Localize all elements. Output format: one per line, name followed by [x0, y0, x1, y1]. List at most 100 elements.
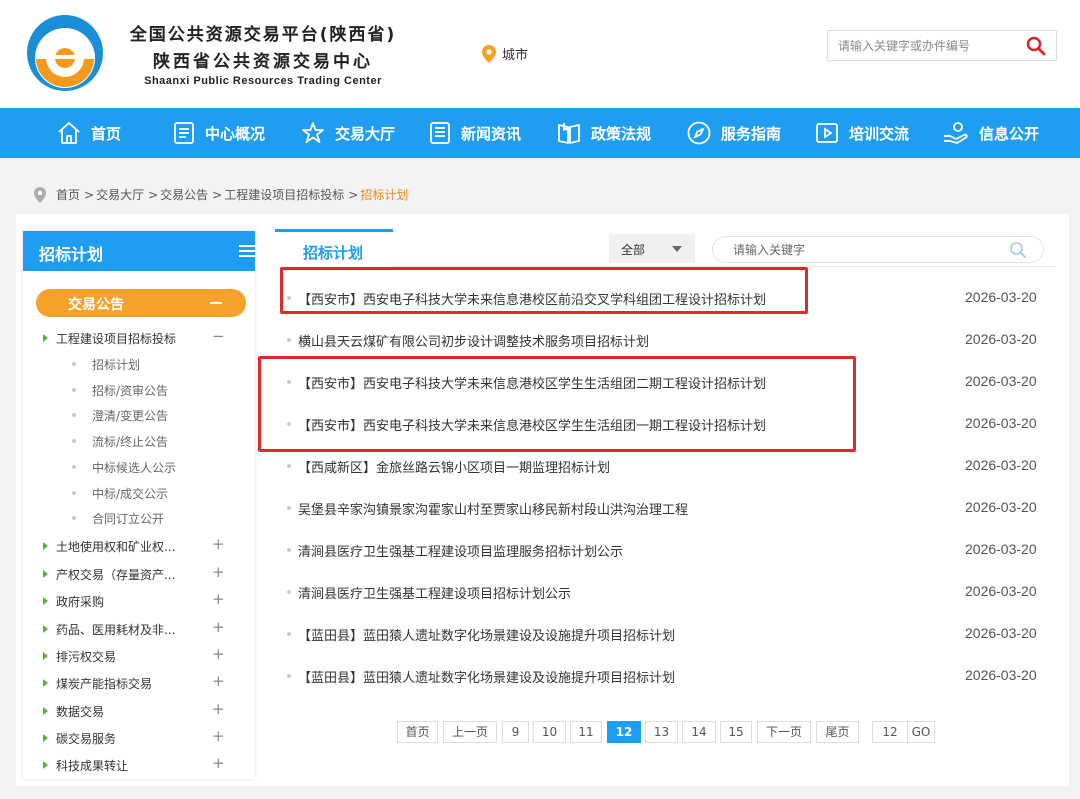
- collapse-icon[interactable]: −: [212, 327, 225, 345]
- page-number[interactable]: 9: [502, 721, 529, 743]
- content-search: [712, 236, 1044, 263]
- item-title[interactable]: 清涧县医疗卫生强基工程建设项目招标计划公示: [298, 583, 571, 602]
- item-date: 2026-03-20: [965, 331, 1037, 347]
- page-number[interactable]: 13: [645, 721, 678, 743]
- bullet-icon: [287, 632, 291, 636]
- site-header: 全国公共资源交易平台(陕西省) 陕西省公共资源交易中心 Shaanxi Publ…: [0, 0, 1080, 108]
- nav-item-news[interactable]: 新闻资讯: [428, 108, 521, 158]
- menu-icon: [239, 245, 255, 257]
- nav-label: 首页: [91, 124, 122, 143]
- expand-icon[interactable]: +: [212, 645, 225, 663]
- expand-icon[interactable]: +: [212, 535, 225, 553]
- breadcrumb-engineering-bidding[interactable]: 工程建设项目招标投标: [224, 186, 344, 203]
- collapse-icon: [210, 302, 222, 304]
- tab-bidding-plan[interactable]: 招标计划: [275, 229, 393, 269]
- page-jump-input[interactable]: [872, 721, 908, 743]
- bullet-icon: [72, 362, 76, 366]
- page-next-button[interactable]: 下一页: [757, 721, 811, 743]
- list-item[interactable]: 横山县天云煤矿有限公司初步设计调整技术服务项目招标计划 2026-03-20: [287, 319, 1047, 361]
- item-title[interactable]: 吴堡县辛家沟镇景家沟霍家山村至贾家山移民新村段山洪沟治理工程: [298, 499, 688, 518]
- bullet-icon: [287, 296, 291, 300]
- page-prev-button[interactable]: 上一页: [443, 721, 497, 743]
- expand-icon[interactable]: +: [212, 727, 225, 745]
- sidebar-item-label: 煤炭产能指标交易: [56, 677, 153, 691]
- book-icon: [558, 123, 580, 144]
- page-number[interactable]: 11: [570, 721, 602, 743]
- item-title[interactable]: 【西安市】西安电子科技大学未来信息港校区前沿交叉学科组团工程设计招标计划: [298, 289, 766, 308]
- nav-item-training[interactable]: 培训交流: [814, 108, 909, 158]
- page-number[interactable]: 15: [720, 721, 752, 743]
- list-item[interactable]: 【西安市】西安电子科技大学未来信息港校区前沿交叉学科组团工程设计招标计划 202…: [287, 277, 1047, 319]
- content-search-button[interactable]: [1009, 241, 1027, 263]
- arrow-right-icon: [43, 679, 48, 687]
- item-title[interactable]: 清涧县医疗卫生强基工程建设项目监理服务招标计划公示: [298, 541, 623, 560]
- page-go-button[interactable]: GO: [907, 721, 935, 743]
- nav-item-policy[interactable]: 政策法规: [556, 108, 651, 158]
- arrow-right-icon: [43, 761, 48, 769]
- header-search-button[interactable]: [1026, 36, 1046, 60]
- nav-item-home[interactable]: 首页: [56, 108, 121, 158]
- nav-item-info-disclosure[interactable]: 信息公开: [942, 108, 1039, 158]
- expand-icon[interactable]: +: [212, 590, 225, 608]
- sidebar-subitem-label: 中标候选人公示: [92, 461, 177, 475]
- page-number-current[interactable]: 12: [607, 721, 641, 743]
- item-date: 2026-03-20: [965, 583, 1037, 599]
- bullet-icon: [287, 590, 291, 594]
- nav-item-center-overview[interactable]: 中心概况: [172, 108, 265, 158]
- header-search-input[interactable]: [838, 37, 1018, 55]
- home-icon: [58, 122, 80, 144]
- expand-icon[interactable]: +: [212, 618, 225, 636]
- nav-label: 培训交流: [849, 124, 910, 143]
- list-item[interactable]: 【蓝田县】蓝田猿人遗址数字化场景建设及设施提升项目招标计划 2026-03-20: [287, 655, 1047, 697]
- bullet-icon: [287, 506, 291, 510]
- bullet-icon: [72, 388, 76, 392]
- item-title[interactable]: 【西咸新区】金旅丝路云锦小区项目一期监理招标计划: [298, 457, 610, 476]
- site-title: 全国公共资源交易平台(陕西省) 陕西省公共资源交易中心 Shaanxi Publ…: [108, 20, 418, 87]
- breadcrumb-home[interactable]: 首页: [56, 186, 80, 203]
- expand-icon[interactable]: +: [212, 563, 225, 581]
- item-title[interactable]: 【西安市】西安电子科技大学未来信息港校区学生生活组团一期工程设计招标计划: [298, 415, 766, 434]
- sidebar-category-trading-announcements[interactable]: 交易公告: [36, 289, 246, 317]
- list-item[interactable]: 【西安市】西安电子科技大学未来信息港校区学生生活组团二期工程设计招标计划 202…: [287, 361, 1047, 403]
- breadcrumb-trading-hall[interactable]: 交易大厅: [96, 186, 144, 203]
- sidebar-item-label: 排污权交易: [56, 650, 117, 664]
- sidebar-item-label: 数据交易: [56, 705, 105, 719]
- news-icon: [430, 122, 450, 144]
- page-first-button[interactable]: 首页: [397, 721, 438, 743]
- sidebar-subitem-label: 合同订立公开: [92, 512, 165, 526]
- bullet-icon: [287, 464, 291, 468]
- bullet-icon: [287, 422, 291, 426]
- chevron-down-icon: [672, 246, 682, 252]
- list-item[interactable]: 吴堡县辛家沟镇景家沟霍家山村至贾家山移民新村段山洪沟治理工程 2026-03-2…: [287, 487, 1047, 529]
- item-title[interactable]: 横山县天云煤矿有限公司初步设计调整技术服务项目招标计划: [298, 331, 649, 350]
- arrow-right-icon: [43, 652, 48, 660]
- keyword-search-input[interactable]: [733, 242, 993, 258]
- item-date: 2026-03-20: [965, 289, 1037, 305]
- item-date: 2026-03-20: [965, 415, 1037, 431]
- nav-label: 服务指南: [721, 124, 782, 143]
- item-title[interactable]: 【蓝田县】蓝田猿人遗址数字化场景建设及设施提升项目招标计划: [298, 667, 675, 686]
- list-item[interactable]: 清涧县医疗卫生强基工程建设项目招标计划公示 2026-03-20: [287, 571, 1047, 613]
- list-item[interactable]: 【西安市】西安电子科技大学未来信息港校区学生生活组团一期工程设计招标计划 202…: [287, 403, 1047, 445]
- search-icon: [1010, 242, 1026, 258]
- page-number[interactable]: 10: [533, 721, 566, 743]
- expand-icon[interactable]: +: [212, 754, 225, 772]
- breadcrumb-announcements[interactable]: 交易公告: [160, 186, 208, 203]
- list-item[interactable]: 【西咸新区】金旅丝路云锦小区项目一期监理招标计划 2026-03-20: [287, 445, 1047, 487]
- sidebar-menu-button[interactable]: [239, 243, 255, 262]
- site-logo[interactable]: [26, 14, 104, 92]
- header-search: [827, 30, 1057, 61]
- nav-item-trading-hall[interactable]: 交易大厅: [300, 108, 395, 158]
- item-title[interactable]: 【西安市】西安电子科技大学未来信息港校区学生生活组团二期工程设计招标计划: [298, 373, 766, 392]
- nav-label: 政策法规: [591, 124, 652, 143]
- expand-icon[interactable]: +: [212, 700, 225, 718]
- page-last-button[interactable]: 尾页: [816, 721, 859, 743]
- category-filter-select[interactable]: 全部: [609, 234, 695, 263]
- city-selector[interactable]: 城市: [482, 44, 528, 63]
- page-number[interactable]: 14: [682, 721, 716, 743]
- list-item[interactable]: 清涧县医疗卫生强基工程建设项目监理服务招标计划公示 2026-03-20: [287, 529, 1047, 571]
- expand-icon[interactable]: +: [212, 672, 225, 690]
- list-item[interactable]: 【蓝田县】蓝田猿人遗址数字化场景建设及设施提升项目招标计划 2026-03-20: [287, 613, 1047, 655]
- nav-item-service-guide[interactable]: 服务指南: [686, 108, 781, 158]
- item-title[interactable]: 【蓝田县】蓝田猿人遗址数字化场景建设及设施提升项目招标计划: [298, 625, 675, 644]
